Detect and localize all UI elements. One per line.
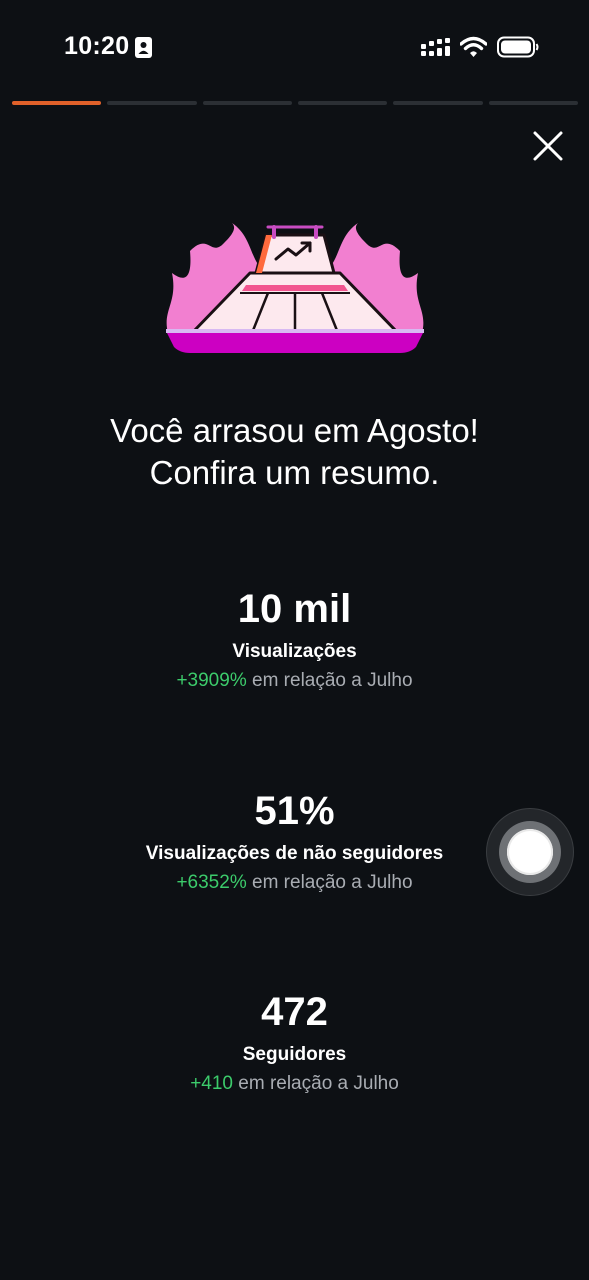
stat-label: Visualizações [232,641,357,662]
headline-line-2: Confira um resumo. [149,454,440,491]
status-time: 10:20 [64,32,130,60]
stat-delta: +6352% [176,872,247,893]
progress-segment-1 [12,101,102,105]
stat-delta: +410 [190,1073,233,1094]
stat-comparison-text: em relação a Julho [238,1073,399,1094]
progress-segment-6 [488,101,578,105]
battery-icon [497,36,539,58]
headline: Você arrasou em Agosto! Confira um resum… [0,410,589,494]
progress-segment-2 [107,101,197,105]
stat-label: Seguidores [242,1044,347,1065]
assistive-touch-dot [507,829,553,875]
stat-views: 10 mil Visualizações +3909% em relação a… [0,585,589,694]
stat-comparison-text: em relação a Julho [252,872,413,893]
headline-line-1: Você arrasou em Agosto! [110,412,479,449]
id-card-icon [135,37,152,58]
story-screen: 10:20 Você arrasou em Agosto! Confira um… [0,0,589,1280]
progress-segment-5 [393,101,483,105]
stat-comparison-text: em relação a Julho [252,670,413,691]
close-icon[interactable] [530,128,566,164]
wifi-icon [460,36,487,57]
stat-followers: 472 Seguidores +410 em relação a Julho [0,988,589,1097]
stat-value: 10 mil [237,587,352,631]
cellular-signal-icon [421,38,450,56]
stat-comparison: +410 em relação a Julho [0,1071,589,1097]
status-bar: 10:20 [0,0,589,90]
stat-delta: +3909% [176,670,247,691]
story-progress-bar [12,101,578,105]
stat-value: 472 [261,990,328,1034]
progress-segment-3 [202,101,292,105]
trophy-stage-illustration [166,223,424,353]
progress-segment-4 [297,101,388,105]
assistive-touch-button[interactable] [486,808,574,896]
stat-comparison: +3909% em relação a Julho [0,668,589,694]
